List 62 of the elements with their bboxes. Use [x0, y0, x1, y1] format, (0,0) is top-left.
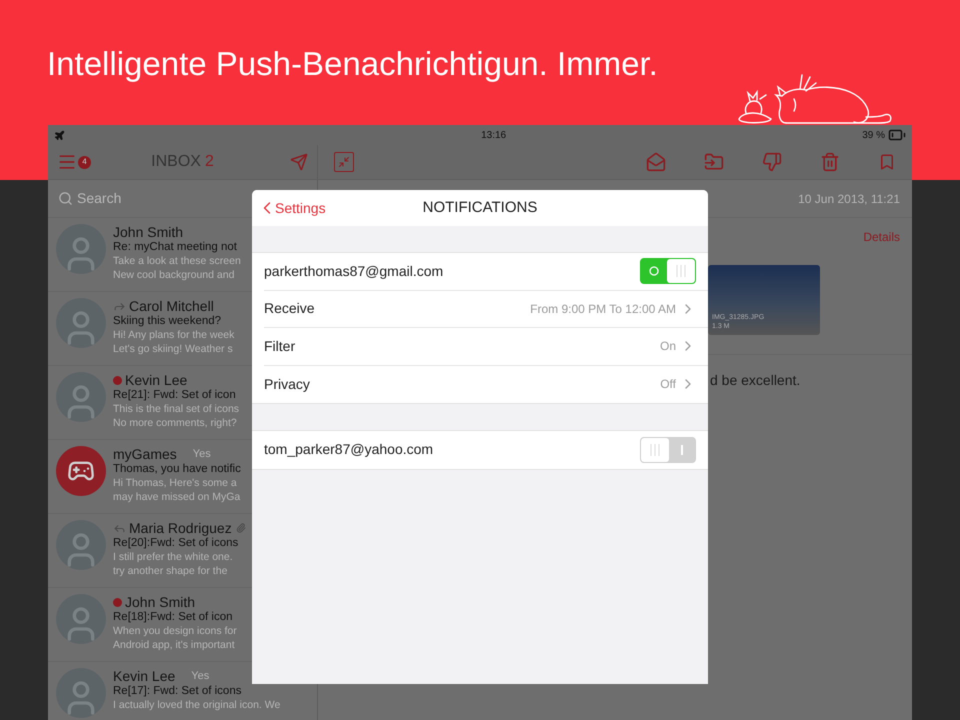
message-preview: Hi Thomas, Here's some a: [113, 476, 238, 490]
message-subject: Re[18]:Fwd: Set of icon: [113, 610, 234, 624]
message-preview: Android app, it's important: [113, 638, 236, 652]
clock-text: 13:16: [481, 128, 506, 142]
dialog-title: NOTIFICATIONS: [422, 198, 538, 218]
circle-icon: [649, 266, 659, 276]
message-preview: Hi! Any plans for the week: [113, 328, 234, 342]
bookmark-icon[interactable]: [878, 153, 896, 171]
message-subject: Thomas, you have notific: [113, 462, 241, 476]
sender-name: Kevin Lee: [125, 373, 188, 387]
headline: Intelligente Push-Benachrichtigun. Immer.: [47, 44, 658, 84]
row-label: Privacy: [264, 374, 311, 394]
message-preview: I still prefer the white one.: [113, 550, 234, 564]
search-field[interactable]: Search: [77, 188, 217, 209]
trash-icon[interactable]: [820, 152, 840, 172]
thumbs-down-icon[interactable]: [762, 152, 782, 172]
compose-icon[interactable]: [290, 153, 308, 171]
message-preview: When you design icons for: [113, 624, 237, 638]
message-preview: Take a look at these screen: [113, 254, 241, 268]
sender-name: Kevin Lee: [113, 669, 176, 683]
message-subject: Re[20]:Fwd: Set of icons: [113, 536, 240, 550]
message-subject: Re[17]: Fwd: Set of icons: [113, 684, 242, 698]
row-label: Receive: [264, 299, 316, 318]
message-preview: New cool background and: [113, 268, 236, 282]
battery-text: 39 %: [862, 128, 885, 142]
search-icon: [58, 191, 73, 206]
message-date: 10 Jun 2013, 11:21: [798, 190, 900, 208]
settings-row[interactable]: parkerthomas87@gmail.com: [264, 253, 708, 290]
count-badge: 4: [78, 156, 91, 168]
message-preview: I actually loved the original icon. We: [113, 698, 280, 712]
sender-name: Carol Mitchell: [129, 299, 214, 313]
row-value: On: [660, 338, 676, 356]
collapse-button[interactable]: [334, 152, 354, 172]
airplane-icon: [54, 130, 65, 140]
grip-icon: [650, 444, 660, 456]
message-preview: No more comments, right?: [113, 416, 238, 430]
message-subject: Re[21]: Fwd: Set of icon: [113, 388, 237, 402]
row-label: Filter: [264, 336, 296, 356]
folder-move-icon[interactable]: [704, 152, 724, 172]
toggle-switch[interactable]: [640, 436, 696, 463]
row-value: Off: [660, 376, 676, 394]
inbox-count: 2: [204, 152, 214, 172]
message-subject: Skiing this weekend?: [113, 314, 222, 328]
sender-name: Maria Rodriguez: [129, 521, 232, 535]
row-value: From 9:00 PM To 12:00 AM: [530, 300, 676, 318]
grip-icon: [676, 265, 686, 278]
message-body: d be excellent.: [710, 372, 800, 388]
settings-row[interactable]: Receive From 9:00 PM To 12:00 AM: [264, 290, 708, 328]
message-preview: This is the final set of icons: [113, 402, 240, 416]
message-preview: may have missed on MyGa: [113, 490, 241, 504]
sender-name: John Smith: [113, 225, 184, 239]
sender-name: John Smith: [125, 595, 196, 609]
toggle-switch[interactable]: [640, 258, 696, 284]
sender-name: myGames: [113, 447, 177, 461]
message-subject: Re: myChat meeting not: [113, 240, 238, 254]
message-date: Yes: [192, 447, 211, 461]
settings-row[interactable]: Filter On: [264, 328, 708, 366]
message-date: Yes: [191, 669, 210, 683]
collapse-arrows-icon: [338, 156, 350, 168]
message-preview: Let's go skiing! Weather s: [113, 342, 234, 356]
back-button[interactable]: Settings: [257, 198, 326, 218]
message-preview: try another shape for the: [113, 564, 228, 578]
